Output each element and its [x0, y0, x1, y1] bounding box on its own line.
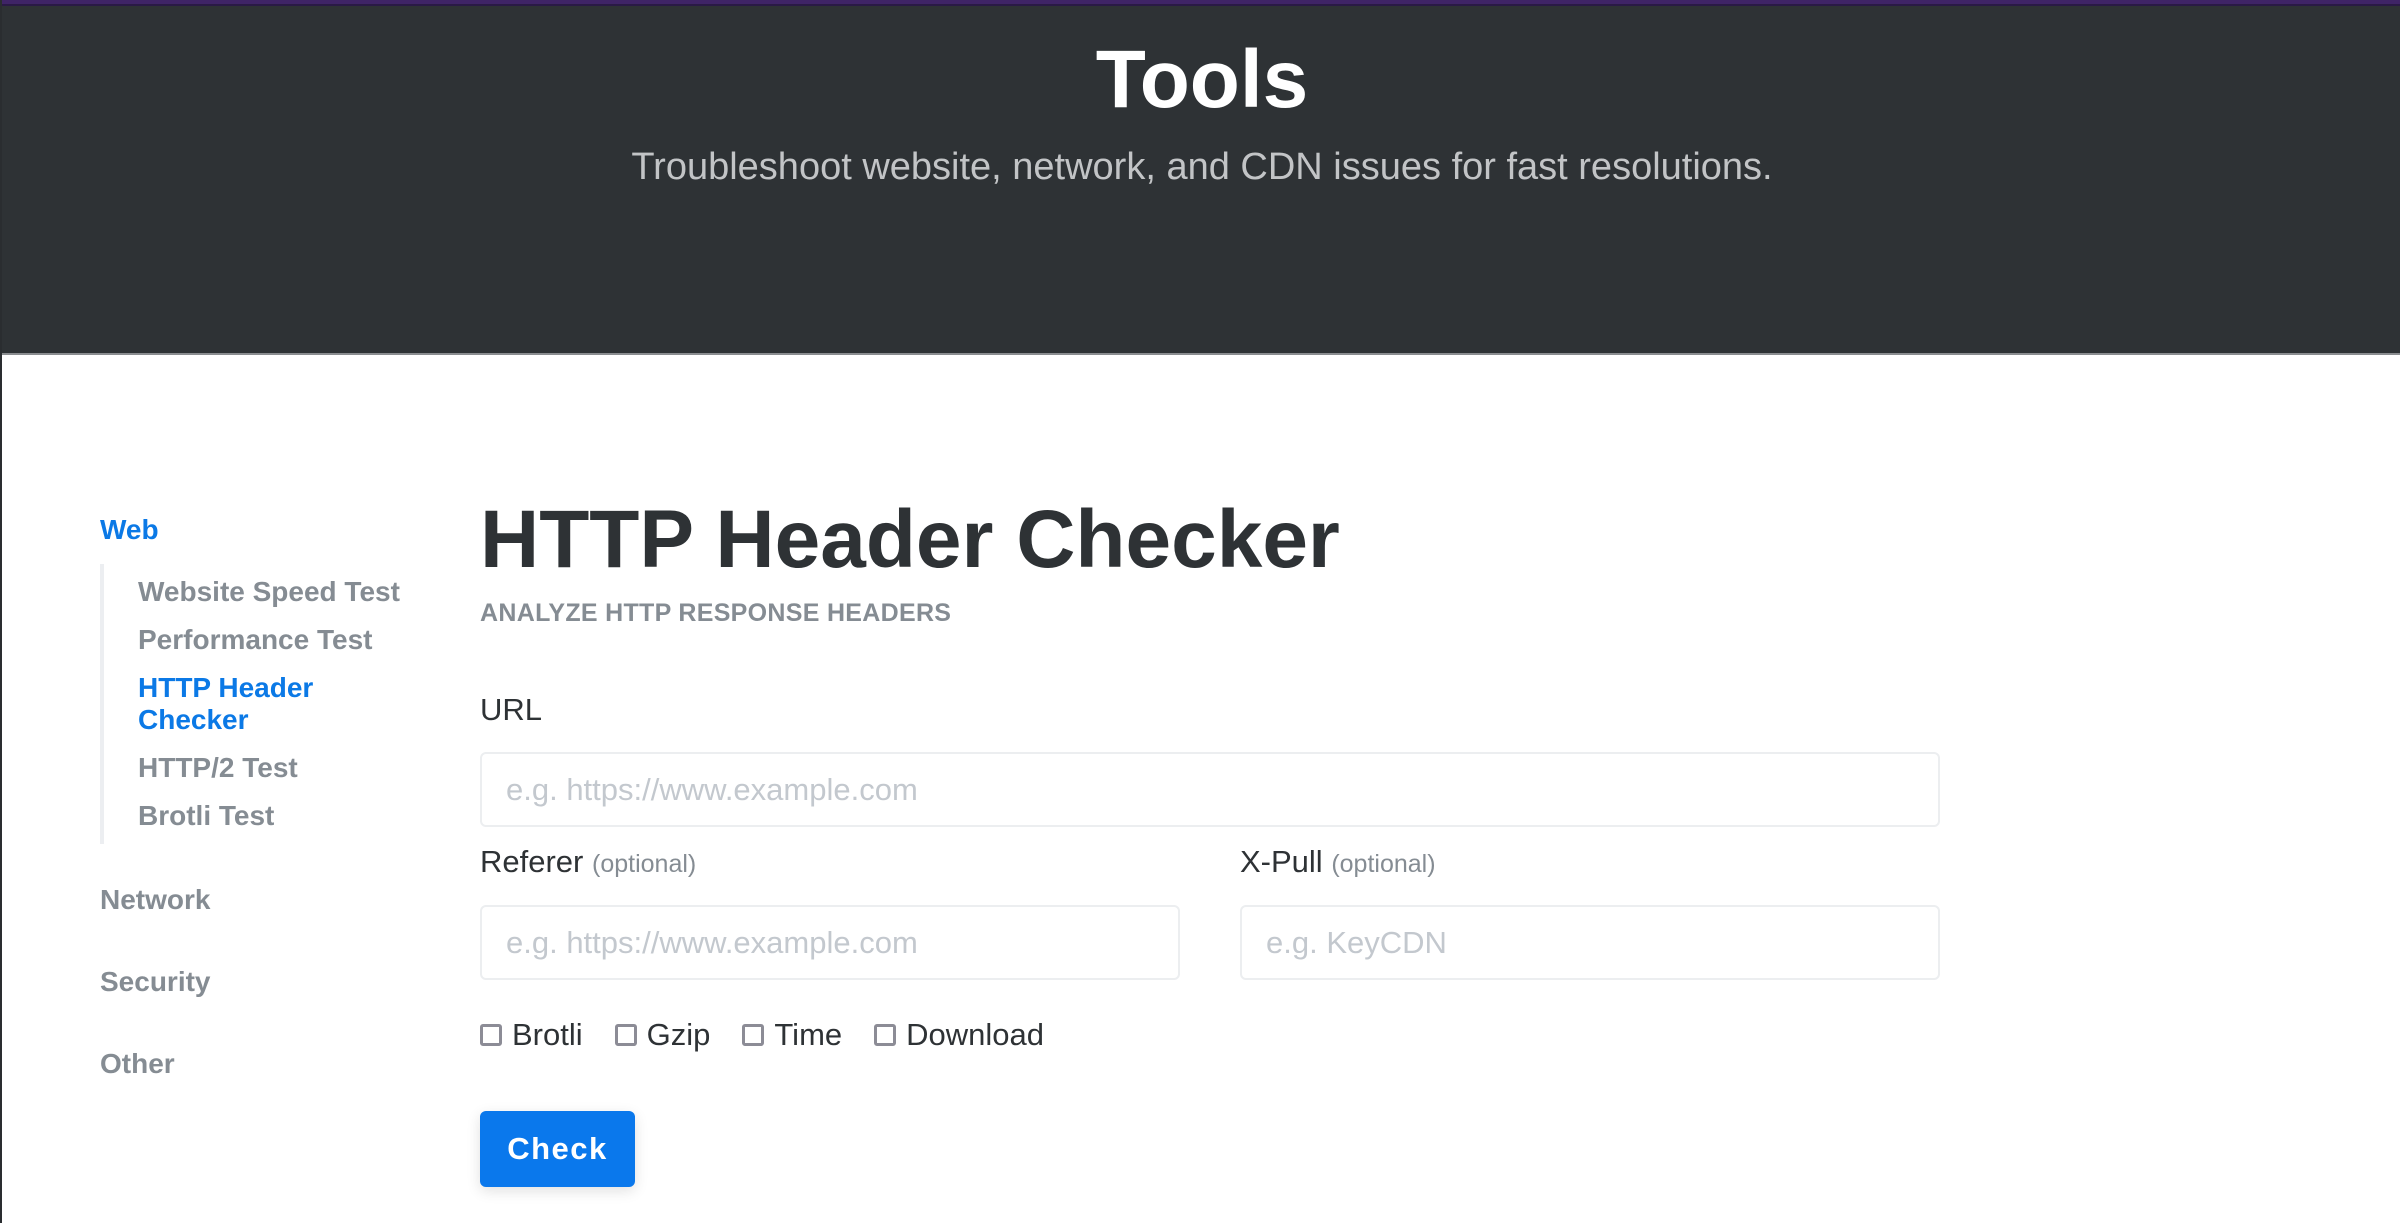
referer-optional-hint: (optional) [592, 850, 697, 878]
referer-label-text: Referer [480, 844, 584, 879]
sidebar-group-other[interactable]: Other [100, 1044, 420, 1084]
option-gzip[interactable]: Gzip [614, 1015, 711, 1055]
check-button[interactable]: Check [480, 1111, 635, 1187]
url-input[interactable] [480, 752, 1940, 827]
download-checkbox[interactable] [874, 1024, 897, 1046]
url-label-text: URL [480, 692, 543, 727]
time-label: Time [774, 1017, 843, 1052]
option-download[interactable]: Download [874, 1015, 1044, 1055]
http-header-checker-form: HTTP Header Checker ANALYZE HTTP RESPONS… [480, 490, 1940, 1187]
xpull-label: X-Pull (optional) [1240, 842, 1436, 884]
page-subtitle: ANALYZE HTTP RESPONSE HEADERS [480, 599, 952, 627]
url-label: URL [480, 690, 542, 730]
sidebar-group-network[interactable]: Network [100, 880, 420, 920]
sidebar-group-security[interactable]: Security [100, 962, 420, 1002]
sidebar-group-web[interactable]: Web [100, 510, 420, 550]
referer-input[interactable] [480, 905, 1180, 980]
sidebar-web-submenu: Website Speed Test Performance Test HTTP… [100, 564, 420, 844]
xpull-input[interactable] [1240, 905, 1940, 980]
gzip-label: Gzip [646, 1017, 711, 1052]
sidebar-item-http-header-checker[interactable]: HTTP Header Checker [138, 664, 338, 744]
download-label: Download [906, 1017, 1045, 1052]
hero-title: Tools [1095, 34, 1309, 125]
options-checkbox-group: Brotli Gzip Time Download [480, 1015, 1076, 1055]
brotli-checkbox[interactable] [480, 1024, 502, 1046]
gzip-checkbox[interactable] [614, 1024, 637, 1046]
sidebar-item-performance-test[interactable]: Performance Test [138, 616, 420, 664]
sidebar-item-website-speed-test[interactable]: Website Speed Test [138, 568, 420, 616]
referer-label: Referer (optional) [480, 842, 696, 884]
sidebar-item-brotli-test[interactable]: Brotli Test [138, 792, 420, 840]
brotli-label: Brotli [512, 1017, 583, 1052]
option-time[interactable]: Time [742, 1015, 842, 1055]
hero-subtitle: Troubleshoot website, network, and CDN i… [631, 146, 1773, 188]
xpull-optional-hint: (optional) [1331, 850, 1436, 878]
xpull-label-text: X-Pull [1240, 844, 1323, 879]
tools-sidebar: Web Website Speed Test Performance Test … [100, 510, 420, 1084]
page-title: HTTP Header Checker [480, 494, 1340, 585]
time-checkbox[interactable] [742, 1024, 765, 1046]
hero-banner: Tools Troubleshoot website, network, and… [2, 6, 2400, 355]
option-brotli[interactable]: Brotli [480, 1015, 583, 1055]
sidebar-item-http2-test[interactable]: HTTP/2 Test [138, 744, 420, 792]
